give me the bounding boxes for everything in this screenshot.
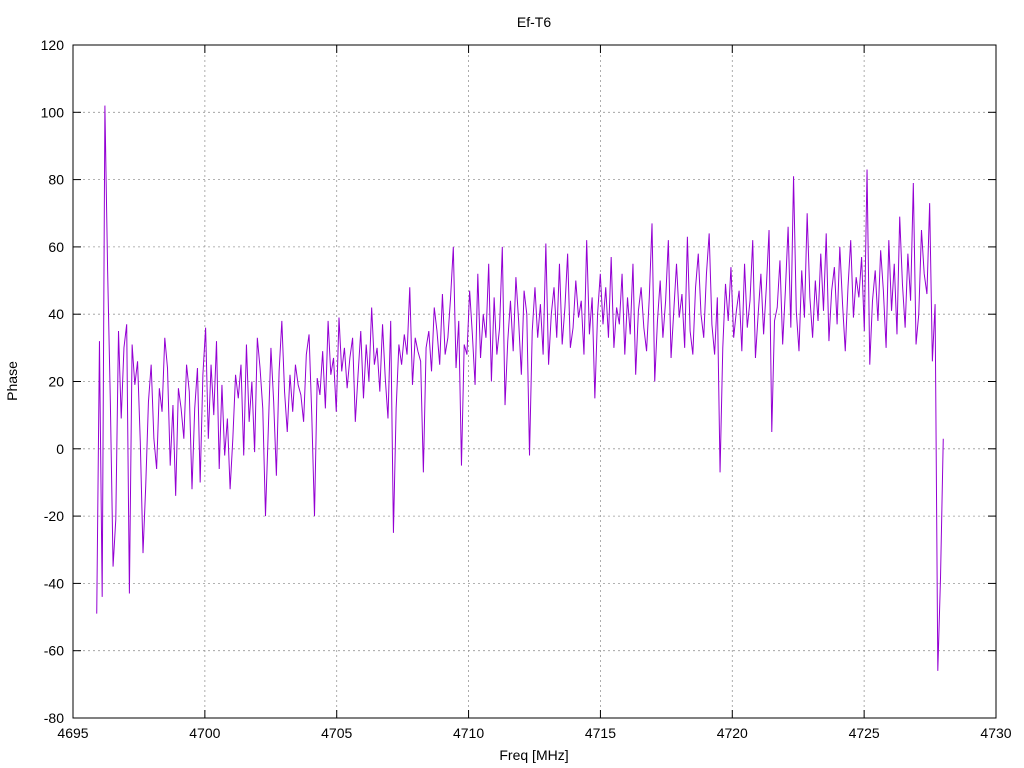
y-tick-label: 60: [48, 239, 64, 255]
y-tick-label: 0: [56, 441, 64, 457]
y-tick-label: -20: [44, 508, 64, 524]
y-tick-label: 80: [48, 172, 64, 188]
y-tick-label: -80: [44, 710, 64, 726]
x-tick-label: 4710: [453, 725, 484, 741]
grid: [73, 45, 996, 718]
y-axis-label: Phase: [4, 361, 20, 401]
phase-series-line: [96, 105, 944, 671]
x-tick-label: 4705: [321, 725, 352, 741]
y-tick-label: 100: [41, 104, 65, 120]
y-tick-label: -40: [44, 575, 64, 591]
x-axis-label: Freq [MHz]: [499, 747, 568, 763]
y-tick-label: 20: [48, 374, 64, 390]
x-tick-label: 4720: [717, 725, 748, 741]
x-tick-label: 4695: [57, 725, 88, 741]
y-tick-label: 40: [48, 306, 64, 322]
x-tick-label: 4700: [189, 725, 220, 741]
x-tick-label: 4725: [849, 725, 880, 741]
y-tick-label: 120: [41, 37, 65, 53]
axis-ticks: -80 -60 -40 -20 0 20 40 60 80 100 120 4695 4700 4705 4…: [41, 37, 1012, 741]
x-tick-label: 4730: [980, 725, 1011, 741]
series-group: [96, 105, 944, 671]
y-tick-label: -60: [44, 643, 64, 659]
x-tick-label: 4715: [585, 725, 616, 741]
chart-title: Ef-T6: [517, 14, 551, 30]
phase-chart: Ef-T6 -80 -60 -40 -20 0 20 40 60 80 100 120 4695 470…: [4, 14, 1012, 763]
